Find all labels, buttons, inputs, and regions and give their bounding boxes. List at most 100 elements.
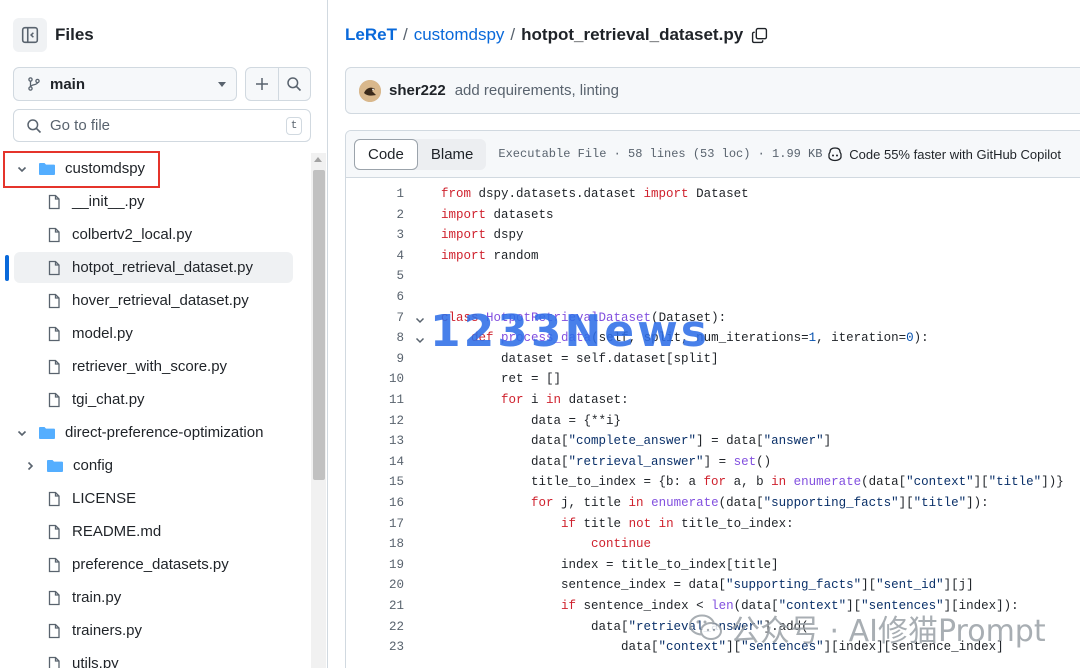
line-number[interactable]: 3: [366, 228, 404, 242]
line-number[interactable]: 5: [366, 269, 404, 283]
tree-file[interactable]: __init__.py: [44, 186, 145, 217]
code-line: import dspy: [441, 228, 524, 243]
tree-file[interactable]: model.py: [44, 318, 133, 349]
tab-code[interactable]: Code: [354, 138, 418, 170]
tree-file[interactable]: trainers.py: [44, 615, 142, 646]
bird-avatar-icon: [359, 79, 381, 102]
line-number[interactable]: 15: [366, 475, 404, 489]
copy-icon: [752, 27, 768, 43]
tree-item-label: hover_retrieval_dataset.py: [72, 292, 249, 309]
tree-file[interactable]: colbertv2_local.py: [44, 219, 192, 250]
line-number[interactable]: 8: [366, 331, 404, 345]
line-number[interactable]: 13: [366, 434, 404, 448]
tree-file[interactable]: tgi_chat.py: [44, 384, 145, 415]
line-number[interactable]: 6: [366, 290, 404, 304]
line-number[interactable]: 17: [366, 517, 404, 531]
line-number[interactable]: 12: [366, 414, 404, 428]
sidebar-title: Files: [55, 25, 94, 44]
tree-file[interactable]: README.md: [44, 516, 161, 547]
avatar[interactable]: [359, 79, 381, 102]
view-mode-tabs: Code Blame: [354, 138, 487, 170]
branch-name: main: [50, 75, 86, 93]
code-line: from dspy.datasets.dataset import Datase…: [441, 187, 749, 201]
commit-message[interactable]: add requirements, linting: [455, 82, 619, 99]
go-to-file-input[interactable]: Go to file t: [13, 109, 311, 142]
tree-item-label: colbertv2_local.py: [72, 226, 193, 243]
tree-folder[interactable]: config: [21, 450, 113, 481]
line-number[interactable]: 11: [366, 393, 404, 407]
tree-item-label: config: [73, 457, 114, 474]
copy-path-button[interactable]: [751, 27, 768, 44]
file-tree-sidebar: Files main Go to file t customdspy __init…: [0, 0, 328, 668]
code-line: if title not in title_to_index:: [561, 516, 794, 531]
tree-file[interactable]: LICENSE: [44, 483, 136, 514]
copilot-promo-text: Code 55% faster with GitHub Copilot: [849, 146, 1061, 162]
line-number[interactable]: 1: [366, 187, 404, 201]
tree-file[interactable]: hover_retrieval_dataset.py: [44, 285, 249, 316]
tree-item-label: customdspy: [65, 160, 146, 177]
chevron-down-icon[interactable]: [13, 163, 31, 175]
code-line: for i in dataset:: [501, 393, 629, 407]
line-number[interactable]: 18: [366, 537, 404, 551]
tab-blame[interactable]: Blame: [418, 139, 487, 170]
tree-item-label: model.py: [72, 325, 133, 342]
scroll-up-arrow-icon[interactable]: [314, 157, 322, 162]
file-header: Code Blame Executable File · 58 lines (5…: [346, 131, 1080, 178]
line-number[interactable]: 22: [366, 620, 404, 634]
breadcrumb-folder-link[interactable]: customdspy: [414, 25, 505, 45]
scrollbar-thumb[interactable]: [313, 170, 325, 480]
branch-selector[interactable]: main: [13, 67, 237, 101]
file-viewer: Code Blame Executable File · 58 lines (5…: [345, 130, 1080, 668]
tree-item-label: retriever_with_score.py: [72, 358, 228, 375]
line-number[interactable]: 4: [366, 249, 404, 263]
line-number[interactable]: 14: [366, 455, 404, 469]
line-number[interactable]: 7: [366, 311, 404, 325]
file-icon: [44, 326, 64, 342]
copilot-promo-link[interactable]: Code 55% faster with GitHub Copilot: [827, 146, 1061, 162]
tree-file[interactable]: retriever_with_score.py: [44, 351, 227, 382]
line-number[interactable]: 20: [366, 578, 404, 592]
file-icon: [44, 590, 64, 606]
collapse-sidebar-button[interactable]: [13, 18, 47, 52]
wechat-watermark-text: 公众号 · AI修猫Prompt: [730, 614, 1046, 649]
add-file-button[interactable]: [246, 68, 278, 100]
tree-item-label: tgi_chat.py: [72, 391, 145, 408]
code-line: sentence_index = data["supporting_facts"…: [441, 578, 974, 593]
tree-item-label: hotpot_retrieval_dataset.py: [72, 259, 253, 276]
code-line: continue: [591, 537, 652, 552]
wechat-icon: [689, 614, 722, 640]
line-number[interactable]: 10: [366, 372, 404, 386]
tree-file[interactable]: train.py: [44, 582, 121, 613]
line-number[interactable]: 9: [366, 352, 404, 366]
tree-file[interactable]: preference_datasets.py: [44, 549, 229, 580]
folder-icon: [37, 161, 57, 177]
commit-author[interactable]: sher222: [389, 82, 446, 99]
code-line: index = title_to_index[title]: [441, 557, 779, 572]
tree-folder[interactable]: direct-preference-optimization: [13, 417, 263, 448]
tree-folder[interactable]: customdspy: [13, 153, 145, 184]
chevron-right-icon[interactable]: [21, 460, 39, 472]
search-button[interactable]: [277, 68, 311, 100]
fold-chevron-icon[interactable]: [414, 334, 426, 350]
breadcrumb-separator: /: [402, 25, 408, 44]
file-icon: [44, 557, 64, 573]
watermark-text: 1233News: [430, 306, 710, 357]
line-number[interactable]: 21: [366, 599, 404, 613]
chevron-down-icon[interactable]: [13, 427, 31, 439]
tree-file[interactable]: utils.py: [44, 648, 119, 668]
tree-item-label: README.md: [72, 523, 162, 540]
active-item-indicator: [5, 255, 9, 281]
line-number[interactable]: 19: [366, 558, 404, 572]
code-line: data = {**i}: [441, 413, 622, 428]
tree-file[interactable]: hotpot_retrieval_dataset.py: [14, 252, 293, 283]
file-icon: [44, 524, 64, 540]
line-number[interactable]: 2: [366, 208, 404, 222]
line-number[interactable]: 23: [366, 640, 404, 654]
code-line: ret = []: [441, 372, 562, 387]
breadcrumb-repo-link[interactable]: LeReT: [345, 25, 397, 45]
git-branch-icon: [28, 77, 40, 91]
fold-chevron-icon[interactable]: [414, 314, 426, 330]
breadcrumb-file-name: hotpot_retrieval_dataset.py: [521, 25, 744, 44]
file-icon: [44, 392, 64, 408]
line-number[interactable]: 16: [366, 496, 404, 510]
